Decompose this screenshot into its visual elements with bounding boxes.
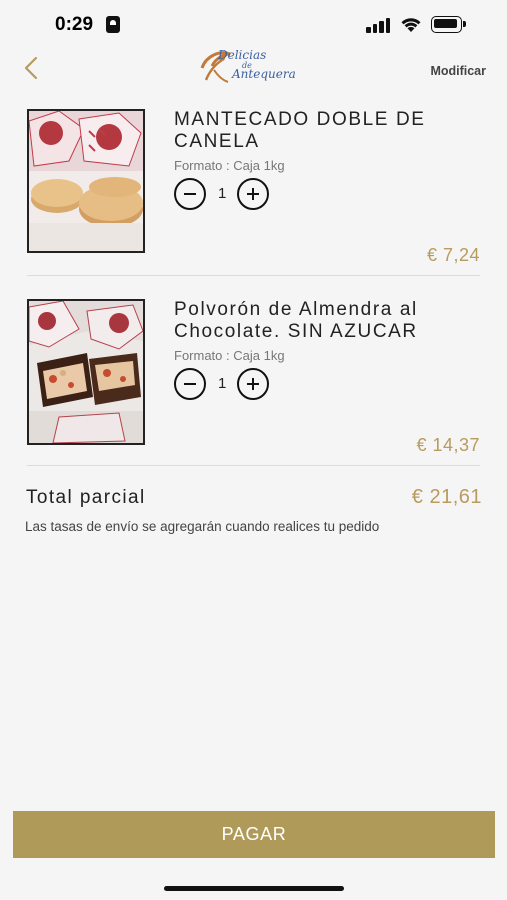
minus-icon (184, 193, 196, 195)
product-price: € 14,37 (416, 435, 480, 455)
mantecado-product-photo (29, 111, 143, 251)
modify-button[interactable]: Modificar (430, 64, 486, 78)
wifi-icon (401, 18, 421, 32)
logo-text: Delicias (218, 48, 267, 62)
product-name: Polvorón de Almendra al Chocolate. SIN A… (174, 299, 418, 342)
divider (27, 465, 480, 466)
status-bar: 0:29 (0, 0, 507, 46)
back-button[interactable] (18, 51, 48, 85)
product-name: MANTECADO DOBLE DE CANELA (174, 109, 426, 152)
polvoron-product-photo (29, 301, 143, 443)
product-image[interactable] (27, 299, 145, 445)
plus-icon (247, 378, 259, 390)
status-time: 0:29 (55, 14, 94, 35)
product-format: Formato : Caja 1kg (174, 348, 285, 363)
quantity-value: 1 (218, 375, 227, 392)
subtotal-label: Total parcial (26, 487, 146, 508)
pay-button[interactable]: PAGAR (13, 811, 495, 858)
quantity-stepper: 1 (174, 178, 284, 214)
increase-quantity-button[interactable] (237, 368, 269, 400)
chevron-left-icon (24, 56, 38, 80)
subtotal-value: € 21,61 (411, 486, 482, 508)
shipping-note: Las tasas de envío se agregarán cuando r… (25, 519, 380, 534)
plus-icon (247, 188, 259, 200)
home-indicator (164, 886, 344, 891)
cellular-signal-icon (366, 17, 392, 33)
quantity-value: 1 (218, 185, 227, 202)
product-price: € 7,24 (426, 245, 480, 265)
quantity-stepper: 1 (174, 368, 284, 404)
battery-icon (431, 16, 466, 33)
product-image[interactable] (27, 109, 145, 253)
increase-quantity-button[interactable] (237, 178, 269, 210)
nav-bar: Delicias de Antequera Modificar (0, 46, 507, 90)
decrease-quantity-button[interactable] (174, 178, 206, 210)
logo-text-2: Antequera (232, 67, 296, 81)
contact-card-icon (106, 16, 120, 33)
cart-item: MANTECADO DOBLE DE CANELA Formato : Caja… (27, 109, 480, 265)
minus-icon (184, 383, 196, 385)
cart-item: Polvorón de Almendra al Chocolate. SIN A… (27, 299, 480, 455)
brand-logo: Delicias de Antequera (196, 46, 314, 88)
product-format: Formato : Caja 1kg (174, 158, 285, 173)
divider (27, 275, 480, 276)
decrease-quantity-button[interactable] (174, 368, 206, 400)
